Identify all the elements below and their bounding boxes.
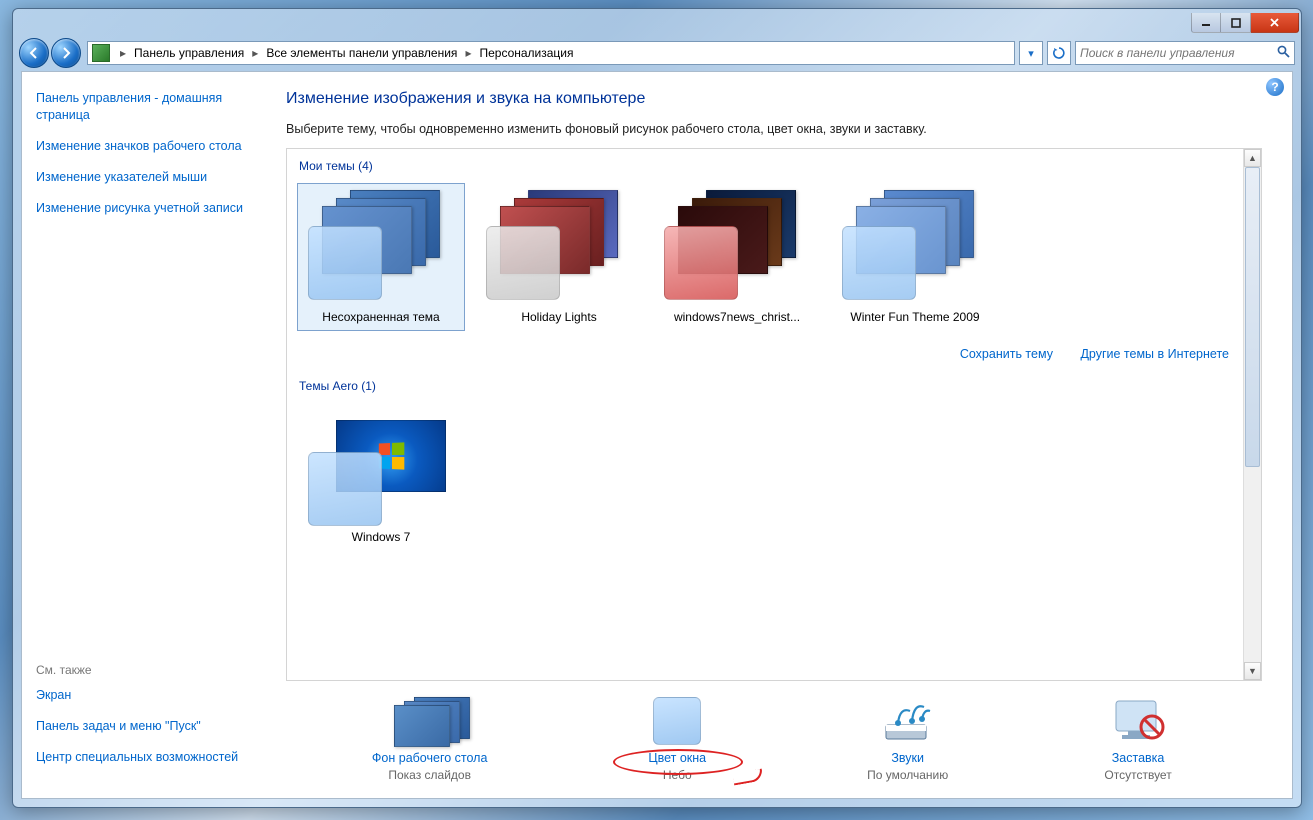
theme-label: Holiday Lights — [521, 310, 596, 324]
theme-item[interactable]: Windows 7 — [297, 403, 465, 551]
theme-preview — [306, 190, 456, 300]
navbar: ▸ Панель управления ▸ Все элементы панел… — [13, 37, 1301, 69]
setting-link[interactable]: Звуки — [891, 751, 924, 765]
theme-item[interactable]: Несохраненная тема — [297, 183, 465, 331]
scroll-thumb[interactable] — [1245, 167, 1260, 467]
forward-arrow-icon — [59, 46, 73, 60]
see-also-heading: См. также — [36, 663, 258, 677]
forward-button[interactable] — [51, 38, 81, 68]
control-panel-icon — [92, 44, 110, 62]
control-panel-window: ▸ Панель управления ▸ Все элементы панел… — [12, 8, 1302, 808]
setting-value: По умолчанию — [867, 768, 948, 782]
setting-color[interactable]: Цвет окна Небо — [639, 697, 715, 782]
breadcrumb-item[interactable]: Все элементы панели управления — [264, 46, 459, 60]
search-icon — [1277, 45, 1290, 61]
sidebar-mouse-pointers-link[interactable]: Изменение указателей мыши — [36, 169, 258, 186]
back-button[interactable] — [19, 38, 49, 68]
scrollbar[interactable]: ▲ ▼ — [1243, 149, 1261, 680]
theme-label: Windows 7 — [352, 530, 411, 544]
desktop-background-icon — [392, 697, 468, 745]
theme-item[interactable]: Holiday Lights — [475, 183, 643, 331]
recent-pages-dropdown[interactable]: ▾ — [1019, 41, 1043, 65]
help-button[interactable]: ? — [1266, 78, 1284, 96]
window-controls — [1191, 13, 1299, 33]
sidebar-ease-of-access-link[interactable]: Центр специальных возможностей — [36, 749, 258, 766]
theme-label: Несохраненная тема — [322, 310, 439, 324]
chevron-right-icon: ▸ — [246, 46, 264, 60]
content-pane: Панель управления - домашняя страница Из… — [21, 71, 1293, 799]
themes-list: Мои темы (4) Несохраненная тема Holiday L… — [286, 148, 1262, 681]
theme-preview — [484, 190, 634, 300]
setting-sound[interactable]: Звуки По умолчанию — [867, 697, 948, 782]
maximize-button[interactable] — [1221, 13, 1251, 33]
refresh-icon — [1053, 47, 1065, 59]
sidebar-desktop-icons-link[interactable]: Изменение значков рабочего стола — [36, 138, 258, 155]
setting-saver[interactable]: Заставка Отсутствует — [1100, 697, 1176, 782]
chevron-right-icon: ▸ — [114, 46, 132, 60]
sidebar-home-link[interactable]: Панель управления - домашняя страница — [36, 90, 258, 124]
breadcrumb-item[interactable]: Панель управления — [132, 46, 246, 60]
theme-item[interactable]: Winter Fun Theme 2009 — [831, 183, 999, 331]
sounds-icon — [870, 697, 946, 745]
setting-value: Отсутствует — [1104, 768, 1171, 782]
main-pane: ? Изменение изображения и звука на компь… — [272, 72, 1292, 798]
theme-preview — [306, 410, 456, 520]
minimize-icon — [1201, 18, 1211, 28]
refresh-button[interactable] — [1047, 41, 1071, 65]
chevron-right-icon: ▸ — [459, 46, 477, 60]
theme-label: Winter Fun Theme 2009 — [850, 310, 979, 324]
close-icon — [1269, 17, 1280, 28]
theme-links: Сохранить тему Другие темы в Интернете — [297, 341, 1233, 375]
setting-value: Показ слайдов — [388, 768, 471, 782]
search-box[interactable] — [1075, 41, 1295, 65]
online-themes-link[interactable]: Другие темы в Интернете — [1080, 347, 1229, 361]
theme-preview — [662, 190, 812, 300]
breadcrumb[interactable]: ▸ Панель управления ▸ Все элементы панел… — [87, 41, 1015, 65]
page-description: Выберите тему, чтобы одновременно измени… — [286, 122, 1262, 136]
setting-link[interactable]: Фон рабочего стола — [372, 751, 488, 765]
breadcrumb-item[interactable]: Персонализация — [477, 46, 575, 60]
back-arrow-icon — [27, 46, 41, 60]
settings-row: Фон рабочего стола Показ слайдов Цвет окна… — [286, 681, 1262, 788]
annotation-tail — [732, 768, 764, 785]
search-input[interactable] — [1080, 46, 1277, 60]
screensaver-icon — [1100, 697, 1176, 745]
close-button[interactable] — [1251, 13, 1299, 33]
sidebar-display-link[interactable]: Экран — [36, 687, 258, 704]
setting-link[interactable]: Заставка — [1112, 751, 1165, 765]
sidebar-account-picture-link[interactable]: Изменение рисунка учетной записи — [36, 200, 258, 217]
scroll-up-button[interactable]: ▲ — [1244, 149, 1261, 167]
setting-bg[interactable]: Фон рабочего стола Показ слайдов — [372, 697, 488, 782]
my-themes-header: Мои темы (4) — [299, 159, 1233, 173]
aero-themes-header: Темы Aero (1) — [299, 379, 1233, 393]
theme-item[interactable]: windows7news_christ... — [653, 183, 821, 331]
sidebar-taskbar-link[interactable]: Панель задач и меню "Пуск" — [36, 718, 258, 735]
setting-value: Небо — [663, 768, 692, 782]
theme-preview — [840, 190, 990, 300]
scroll-down-button[interactable]: ▼ — [1244, 662, 1261, 680]
sidebar: Панель управления - домашняя страница Из… — [22, 72, 272, 798]
save-theme-link[interactable]: Сохранить тему — [960, 347, 1053, 361]
maximize-icon — [1231, 18, 1241, 28]
setting-link[interactable]: Цвет окна — [648, 751, 706, 765]
minimize-button[interactable] — [1191, 13, 1221, 33]
theme-label: windows7news_christ... — [674, 310, 800, 324]
page-title: Изменение изображения и звука на компьют… — [286, 90, 1262, 108]
titlebar — [13, 9, 1301, 37]
window-color-icon — [639, 697, 715, 745]
